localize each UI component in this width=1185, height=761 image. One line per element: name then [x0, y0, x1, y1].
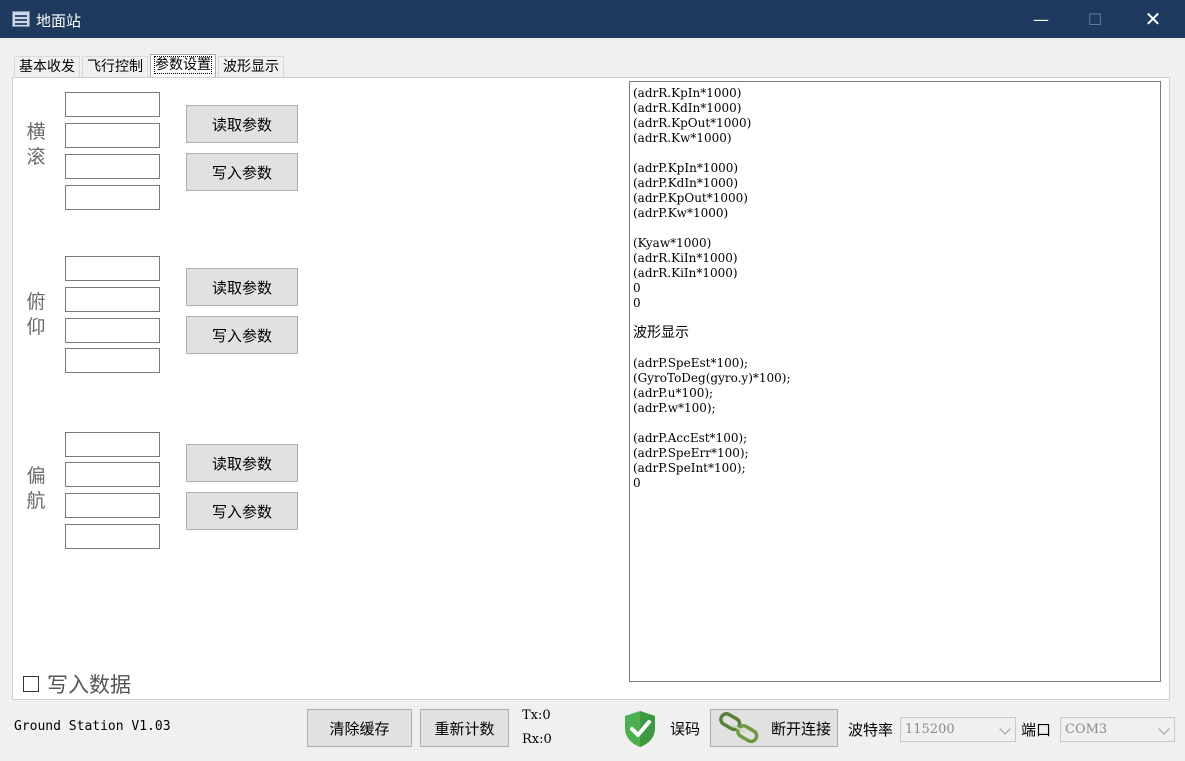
pitch-label: 俯 仰 [24, 290, 48, 340]
yaw-param-2-input[interactable] [65, 462, 160, 487]
pitch-param-1-input[interactable] [65, 256, 160, 281]
log-line: (adrP.KpIn*1000) [633, 161, 739, 175]
minimize-button[interactable]: — [1010, 0, 1072, 38]
pitch-param-4-input[interactable] [65, 348, 160, 373]
log-line: (adrP.Kw*1000) [633, 206, 729, 220]
log-line: (adrP.SpeInt*100); [633, 461, 746, 475]
port-select[interactable]: COM3 [1060, 717, 1175, 742]
pitch-label-bottom: 仰 [26, 316, 46, 338]
log-line: (adrR.KpIn*1000) [633, 86, 742, 100]
roll-label-bottom: 滚 [26, 146, 46, 168]
param-settings-panel: 横 滚 读取参数 写入参数 俯 仰 读取参数 写入参数 偏 航 读取参数 写入参… [12, 77, 1170, 700]
tab-label: 基本收发 [19, 59, 75, 75]
log-line: (Kyaw*1000) [633, 236, 712, 250]
log-line: (adrP.SpeErr*100); [633, 446, 749, 460]
log-line: (adrP.SpeEst*100); [633, 356, 749, 370]
tab-label: 参数设置 [154, 56, 212, 74]
chain-link-icon [719, 712, 759, 744]
log-line: 0 [633, 296, 641, 310]
version-label: Ground Station V1.03 [14, 719, 171, 734]
tab-flight-control[interactable]: 飞行控制 [82, 56, 148, 78]
log-line: 波形显示 [633, 325, 689, 341]
roll-label-top: 横 [26, 121, 46, 143]
maximize-button[interactable]: ☐ [1064, 0, 1126, 38]
param-log-textarea[interactable]: (adrR.KpIn*1000) (adrR.KdIn*1000) (adrR.… [629, 81, 1161, 682]
app-icon [12, 11, 30, 27]
yaw-write-button[interactable]: 写入参数 [186, 492, 298, 530]
roll-param-4-input[interactable] [65, 185, 160, 210]
yaw-label-bottom: 航 [26, 490, 46, 512]
yaw-param-1-input[interactable] [65, 432, 160, 457]
log-line: (adrP.w*100); [633, 401, 716, 415]
log-line: 0 [633, 281, 641, 295]
clear-cache-button[interactable]: 清除缓存 [307, 709, 412, 747]
log-line: (GyroToDeg(gyro.y)*100); [633, 371, 791, 385]
reset-count-button[interactable]: 重新计数 [420, 709, 509, 747]
write-data-label: 写入数据 [47, 673, 131, 697]
pitch-write-button[interactable]: 写入参数 [186, 316, 298, 354]
close-button[interactable]: ✕ [1122, 0, 1184, 38]
pitch-param-3-input[interactable] [65, 318, 160, 343]
disconnect-button[interactable]: 断开连接 [710, 709, 838, 747]
tx-counter: Tx:0 [522, 708, 551, 723]
log-line: (adrR.KdIn*1000) [633, 101, 742, 115]
title-bar: 地面站 — ☐ ✕ [0, 0, 1185, 38]
write-data-row[interactable]: 写入数据 [23, 669, 131, 699]
write-data-checkbox[interactable] [23, 676, 39, 692]
tab-waveform[interactable]: 波形显示 [218, 56, 284, 78]
log-line: (adrR.KiIn*1000) [633, 266, 738, 280]
log-line: 0 [633, 476, 641, 490]
yaw-read-button[interactable]: 读取参数 [186, 444, 298, 482]
baud-rate-select[interactable]: 115200 [900, 717, 1016, 742]
chevron-down-icon [999, 723, 1011, 735]
yaw-param-3-input[interactable] [65, 493, 160, 518]
log-line: (adrP.u*100); [633, 386, 714, 400]
pitch-read-button[interactable]: 读取参数 [186, 268, 298, 306]
pitch-param-2-input[interactable] [65, 287, 160, 312]
roll-param-3-input[interactable] [65, 154, 160, 179]
tab-bar: 基本收发 飞行控制 参数设置 波形显示 [14, 54, 286, 78]
pitch-label-top: 俯 [26, 291, 46, 313]
roll-write-button[interactable]: 写入参数 [186, 153, 298, 191]
log-line: (adrR.KpOut*1000) [633, 116, 752, 130]
baud-rate-value: 115200 [905, 722, 955, 737]
tab-label: 波形显示 [223, 59, 279, 75]
window-title: 地面站 [36, 12, 82, 30]
shield-check-icon [625, 711, 655, 747]
yaw-param-4-input[interactable] [65, 524, 160, 549]
tab-label: 飞行控制 [87, 59, 143, 75]
log-line: (adrP.KpOut*1000) [633, 191, 748, 205]
rx-counter: Rx:0 [522, 732, 552, 747]
log-line: (adrR.Kw*1000) [633, 131, 732, 145]
baud-rate-label: 波特率 [848, 721, 894, 739]
roll-read-button[interactable]: 读取参数 [186, 105, 298, 143]
log-line: (adrP.AccEst*100); [633, 431, 748, 445]
tab-basic-io[interactable]: 基本收发 [14, 56, 80, 78]
tab-param-settings[interactable]: 参数设置 [150, 54, 216, 78]
roll-param-1-input[interactable] [65, 92, 160, 117]
port-label: 端口 [1021, 721, 1052, 739]
roll-label: 横 滚 [24, 120, 48, 170]
error-code-label: 误码 [670, 720, 701, 738]
port-value: COM3 [1065, 722, 1108, 737]
log-line: (adrR.KiIn*1000) [633, 251, 738, 265]
chevron-down-icon [1158, 723, 1170, 735]
yaw-label: 偏 航 [24, 464, 48, 514]
disconnect-label: 断开连接 [771, 719, 832, 738]
yaw-label-top: 偏 [26, 465, 46, 487]
roll-param-2-input[interactable] [65, 123, 160, 148]
log-line: (adrP.KdIn*1000) [633, 176, 739, 190]
